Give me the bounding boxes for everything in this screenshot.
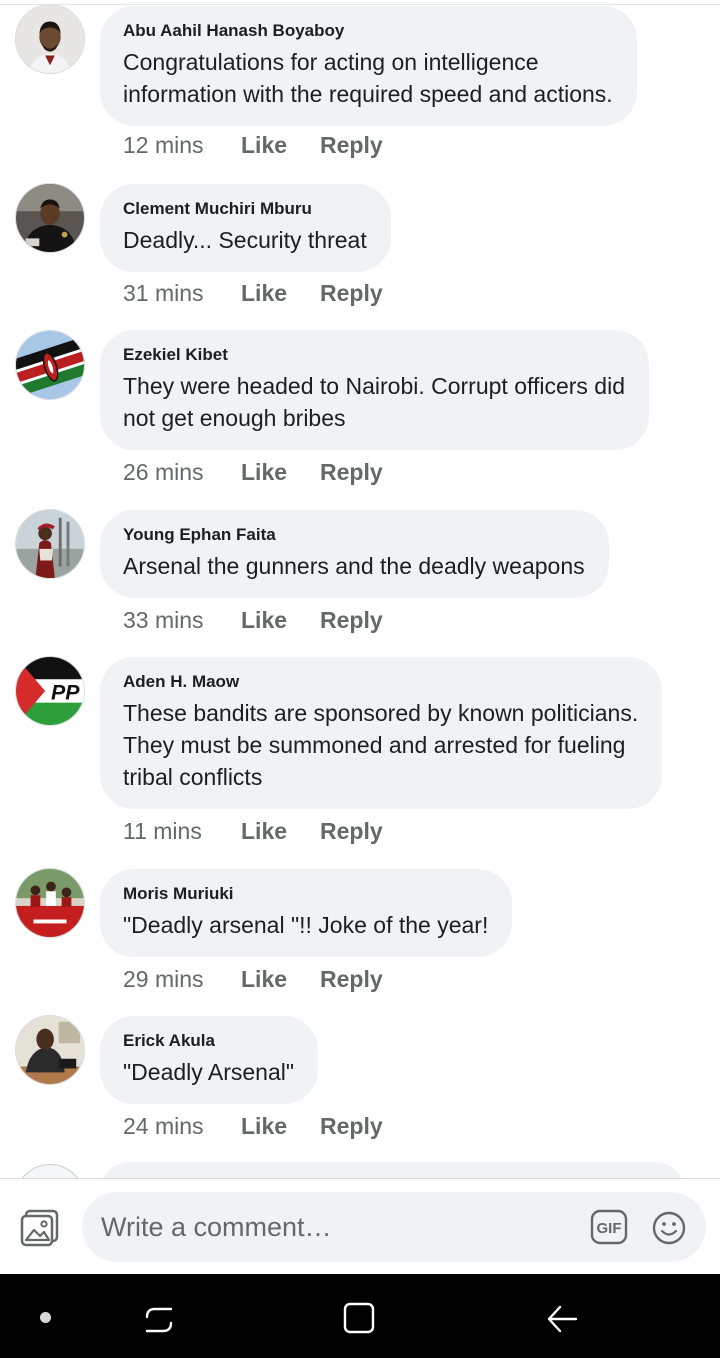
comment-text-line: "Deadly arsenal "!! Joke of the year! (123, 912, 489, 938)
comment-text-line: tribal conflicts (123, 764, 263, 790)
comment-bubble[interactable]: Moris Muriuki "Deadly arsenal "!! Joke o… (100, 869, 513, 957)
home-icon (343, 1302, 375, 1334)
comment-text-line: "Deadly Arsenal" (123, 1059, 295, 1085)
gif-button[interactable]: GIF (590, 1209, 628, 1245)
reply-button[interactable]: Reply (320, 1111, 383, 1141)
comment-meta: 33 mins Like Reply (123, 605, 383, 635)
gif-label: GIF (597, 1220, 622, 1237)
home-button[interactable] (342, 1301, 376, 1335)
like-button[interactable]: Like (241, 130, 320, 160)
timestamp[interactable]: 33 mins (123, 605, 241, 635)
comment-text: Congratulations for acting on intelligen… (123, 46, 613, 110)
comment-meta: 12 mins Like Reply (123, 130, 383, 160)
comment-text-line: not get enough bribes (123, 405, 346, 431)
timestamp[interactable]: 26 mins (123, 457, 241, 487)
like-button[interactable]: Like (241, 457, 320, 487)
logo-text: PP (51, 681, 80, 705)
comment-input[interactable] (101, 1210, 581, 1244)
avatar[interactable] (15, 1164, 85, 1178)
comment-bubble[interactable]: Aden H. Maow These bandits are sponsored… (100, 657, 663, 809)
avatar[interactable] (15, 183, 85, 253)
avatar[interactable] (15, 509, 85, 579)
person-outdoors-icon (16, 510, 84, 578)
man-at-desk-icon (16, 1016, 84, 1084)
avatar[interactable] (15, 4, 85, 74)
comment-text-line: They were headed to Nairobi. Corrupt off… (123, 373, 626, 399)
reply-button[interactable]: Reply (320, 964, 383, 994)
like-button[interactable]: Like (241, 278, 320, 308)
timestamp[interactable]: 29 mins (123, 964, 241, 994)
menu-dot-icon[interactable] (40, 1312, 51, 1323)
comment-text: Arsenal the gunners and the deadly weapo… (123, 550, 585, 582)
comments-list[interactable]: Abu Aahil Hanash Boyaboy Congratulations… (0, 0, 720, 1178)
man-dark-shirt-icon (16, 184, 84, 252)
party-flag-logo-icon: PP (16, 657, 84, 725)
timestamp[interactable]: 24 mins (123, 1111, 241, 1141)
avatar[interactable] (15, 330, 85, 400)
like-button[interactable]: Like (241, 964, 320, 994)
author-name[interactable]: Ezekiel Kibet (123, 344, 625, 366)
reply-button[interactable]: Reply (320, 457, 383, 487)
avatar[interactable]: PP (15, 656, 85, 726)
reply-button[interactable]: Reply (320, 130, 383, 160)
comment-composer: GIF (0, 1178, 720, 1274)
comment-meta: 29 mins Like Reply (123, 964, 383, 994)
recents-button[interactable] (141, 1301, 177, 1337)
man-portrait-icon (16, 5, 84, 73)
comment-text: Deadly... Security threat (123, 224, 367, 256)
like-button[interactable]: Like (241, 1111, 320, 1141)
author-name[interactable]: Aden H. Maow (123, 671, 638, 693)
emoji-button[interactable] (652, 1211, 686, 1245)
author-name[interactable]: Moris Muriuki (123, 883, 488, 905)
reply-button[interactable]: Reply (320, 816, 383, 846)
comment-input-container[interactable]: GIF (82, 1192, 706, 1262)
system-navigation-bar (0, 1274, 720, 1358)
reply-button[interactable]: Reply (320, 278, 383, 308)
author-name[interactable]: Clement Muchiri Mburu (123, 198, 367, 220)
comment-meta: 11 mins Like Reply (123, 816, 383, 846)
comment-meta: 31 mins Like Reply (123, 278, 383, 308)
comment-text-line: These bandits are sponsored by known pol… (123, 700, 639, 726)
photo-gallery-icon (20, 1209, 59, 1247)
comment-bubble[interactable]: Ezekiel Kibet They were headed to Nairob… (100, 330, 650, 450)
comment-bubble[interactable]: Clement Muchiri Mburu Deadly... Security… (100, 184, 391, 272)
emoji-icon (652, 1211, 686, 1245)
avatar[interactable] (15, 868, 85, 938)
gif-icon: GIF (590, 1209, 628, 1245)
comment-text: "Deadly arsenal "!! Joke of the year! (123, 909, 488, 941)
comment-bubble[interactable]: Erick Akula "Deadly Arsenal" (100, 1016, 319, 1104)
author-name[interactable]: Young Ephan Faita (123, 524, 585, 546)
avatar[interactable] (15, 1015, 85, 1085)
comment-text-line: They must be summoned and arrested for f… (123, 732, 626, 758)
comment-bubble[interactable]: Young Ephan Faita Arsenal the gunners an… (100, 510, 609, 598)
comment-meta: 24 mins Like Reply (123, 1111, 383, 1141)
divider (0, 4, 720, 5)
timestamp[interactable]: 31 mins (123, 278, 241, 308)
like-button[interactable]: Like (241, 605, 320, 635)
comment-text-line: Deadly... Security threat (123, 227, 367, 253)
group-photo-red-icon (16, 869, 84, 937)
comment-text: These bandits are sponsored by known pol… (123, 697, 638, 793)
timestamp[interactable]: 11 mins (123, 816, 241, 846)
timestamp[interactable]: 12 mins (123, 130, 241, 160)
comment-bubble[interactable] (100, 1162, 685, 1178)
comment-text-line: Congratulations for acting on intelligen… (123, 49, 539, 75)
author-name[interactable]: Erick Akula (123, 1030, 294, 1052)
photo-gallery-button[interactable] (20, 1209, 60, 1247)
reply-button[interactable]: Reply (320, 605, 383, 635)
comment-bubble[interactable]: Abu Aahil Hanash Boyaboy Congratulations… (100, 6, 637, 126)
comment-meta: 26 mins Like Reply (123, 457, 383, 487)
back-icon (547, 1305, 578, 1333)
recents-icon (145, 1307, 173, 1333)
back-button[interactable] (544, 1301, 580, 1337)
comment-text-line: Arsenal the gunners and the deadly weapo… (123, 553, 585, 579)
comment-text: They were headed to Nairobi. Corrupt off… (123, 370, 625, 434)
like-button[interactable]: Like (241, 816, 320, 846)
comment-text-line: information with the required speed and … (123, 81, 613, 107)
kenya-flag-icon (16, 331, 84, 399)
author-name[interactable]: Abu Aahil Hanash Boyaboy (123, 20, 613, 42)
comment-text: "Deadly Arsenal" (123, 1056, 294, 1088)
